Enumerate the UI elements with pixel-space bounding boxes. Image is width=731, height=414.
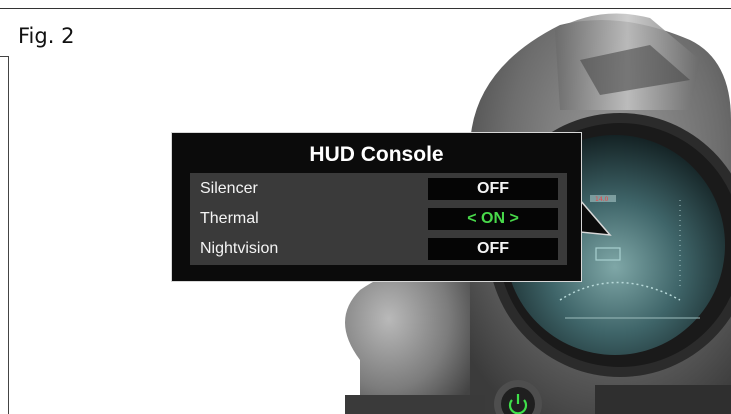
hud-title: HUD Console [309, 143, 444, 166]
hud-row-silencer[interactable]: Silencer OFF [190, 175, 567, 203]
hud-label-silencer: Silencer [200, 180, 258, 197]
hud-value-silencer[interactable]: OFF [428, 178, 558, 200]
hud-settings-panel: Silencer OFF Thermal < ON > Nightvision … [190, 173, 567, 265]
hud-value-thermal[interactable]: < ON > [428, 208, 558, 230]
hud-console: HUD Console Silencer OFF Thermal < ON > … [171, 132, 582, 282]
hud-row-nightvision[interactable]: Nightvision OFF [190, 235, 567, 263]
hud-value-nightvision[interactable]: OFF [428, 238, 558, 260]
hud-label-thermal: Thermal [200, 210, 259, 227]
hud-row-thermal[interactable]: Thermal < ON > [190, 205, 567, 233]
hud-label-nightvision: Nightvision [200, 240, 279, 257]
